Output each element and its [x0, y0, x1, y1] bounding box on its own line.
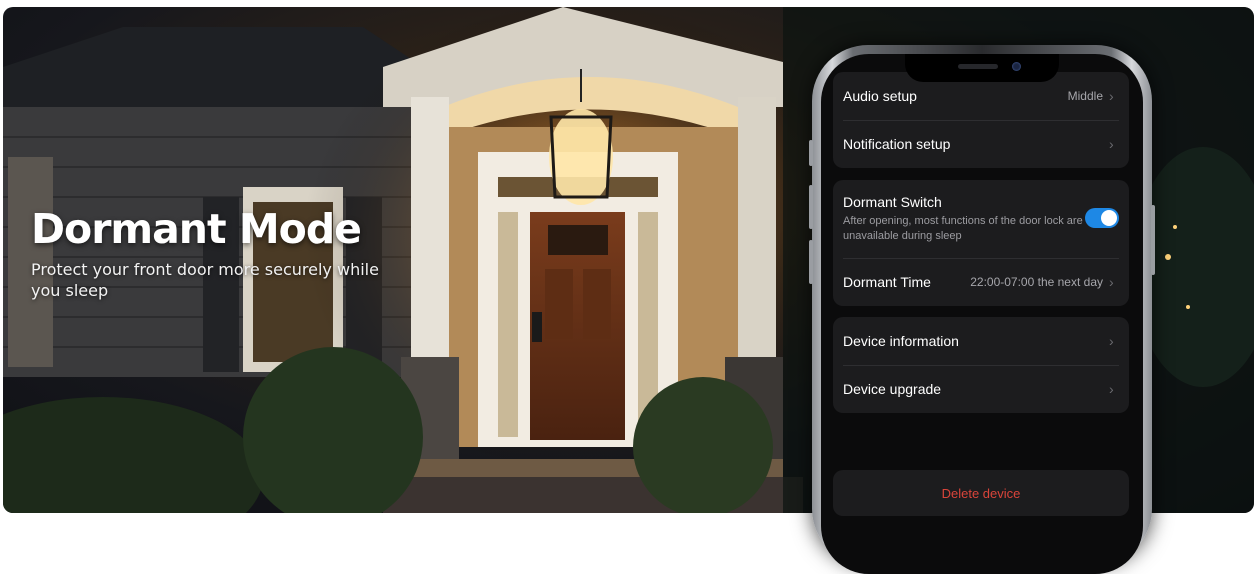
phone-side-button	[809, 140, 813, 166]
audio-setup-value: Middle	[1067, 89, 1103, 103]
dormant-time-label: Dormant Time	[843, 274, 931, 290]
settings-group-audio: Audio setup Middle › Notification setup …	[833, 72, 1129, 168]
notification-setup-row[interactable]: Notification setup ›	[833, 120, 1129, 168]
hero-title: Dormant Mode	[31, 205, 362, 253]
hero-subtitle: Protect your front door more securely wh…	[31, 260, 379, 300]
dormant-switch-row: Dormant Switch After opening, most funct…	[833, 180, 1129, 258]
device-upgrade-row[interactable]: Device upgrade ›	[833, 365, 1129, 413]
dormant-switch-toggle[interactable]	[1085, 208, 1119, 228]
audio-setup-label: Audio setup	[843, 88, 917, 104]
notification-setup-label: Notification setup	[843, 136, 951, 152]
delete-device-button[interactable]: Delete device	[833, 470, 1129, 516]
device-upgrade-label: Device upgrade	[843, 381, 942, 397]
phone-volume-up-button	[809, 185, 813, 229]
phone-volume-down-button	[809, 240, 813, 284]
chevron-right-icon: ›	[1109, 274, 1114, 290]
dormant-time-value: 22:00-07:00 the next day	[970, 275, 1103, 289]
dormant-switch-label: Dormant Switch	[843, 194, 942, 210]
chevron-right-icon: ›	[1109, 333, 1114, 349]
device-information-label: Device information	[843, 333, 959, 349]
settings-group-device: Device information › Device upgrade ›	[833, 317, 1129, 413]
chevron-right-icon: ›	[1109, 381, 1114, 397]
chevron-right-icon: ›	[1109, 88, 1114, 104]
toggle-knob	[1101, 210, 1117, 226]
phone-mockup: Audio setup Middle › Notification setup …	[809, 45, 1155, 574]
settings-group-dormant: Dormant Switch After opening, most funct…	[833, 180, 1129, 306]
front-camera-icon	[1012, 62, 1021, 71]
dormant-switch-description: After opening, most functions of the doo…	[843, 215, 1083, 242]
dormant-time-row[interactable]: Dormant Time 22:00-07:00 the next day ›	[833, 258, 1129, 306]
chevron-right-icon: ›	[1109, 136, 1114, 152]
phone-notch	[905, 54, 1059, 82]
phone-screen: Audio setup Middle › Notification setup …	[821, 54, 1143, 574]
device-information-row[interactable]: Device information ›	[833, 317, 1129, 365]
phone-power-button	[1151, 205, 1155, 275]
speaker-grille	[958, 64, 998, 69]
